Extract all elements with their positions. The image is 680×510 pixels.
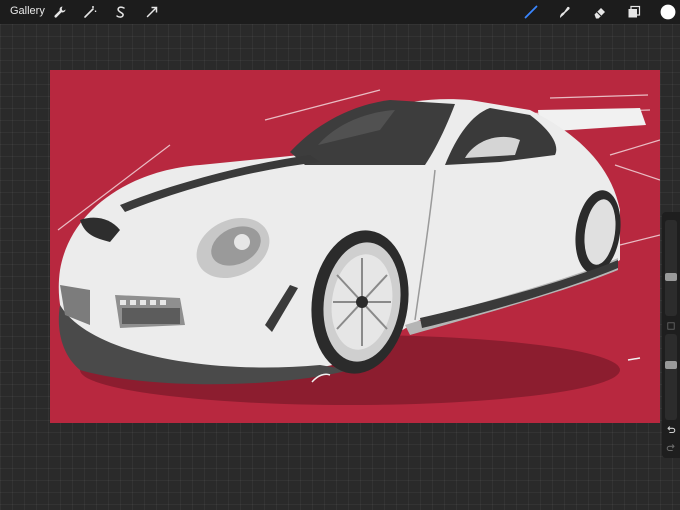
actions-button[interactable] <box>51 3 69 21</box>
smudge-icon <box>560 6 570 18</box>
drawing-canvas[interactable] <box>50 70 660 423</box>
brush-size-knob[interactable] <box>665 273 677 281</box>
brush-size-slider[interactable] <box>665 220 677 316</box>
layers-button[interactable] <box>625 3 643 21</box>
undo-icon <box>667 426 676 434</box>
layers-icon <box>628 5 641 18</box>
transform-button[interactable] <box>143 3 161 21</box>
magic-wand-icon <box>84 6 97 18</box>
smudge-tool-button[interactable] <box>555 3 573 21</box>
redo-icon <box>666 444 675 452</box>
sidebar-panel <box>662 212 680 458</box>
selection-button[interactable] <box>112 3 130 21</box>
eraser-tool-button[interactable] <box>591 3 609 21</box>
modify-button[interactable] <box>662 318 680 334</box>
color-button[interactable] <box>659 3 677 21</box>
square-icon <box>667 322 675 330</box>
car-illustration <box>57 89 660 405</box>
opacity-knob[interactable] <box>665 361 677 369</box>
adjustments-button[interactable] <box>81 3 99 21</box>
undo-button[interactable] <box>662 422 680 438</box>
opacity-slider[interactable] <box>665 334 677 420</box>
color-swatch-icon <box>660 4 676 20</box>
brush-icon <box>524 5 538 19</box>
wrench-icon <box>54 6 66 18</box>
selection-icon <box>116 6 125 18</box>
top-toolbar: Gallery <box>0 0 680 24</box>
redo-button[interactable] <box>662 440 680 456</box>
gallery-button[interactable]: Gallery <box>10 5 45 17</box>
transform-arrow-icon <box>146 6 158 18</box>
brush-tool-button[interactable] <box>522 3 540 21</box>
eraser-icon <box>594 8 605 19</box>
